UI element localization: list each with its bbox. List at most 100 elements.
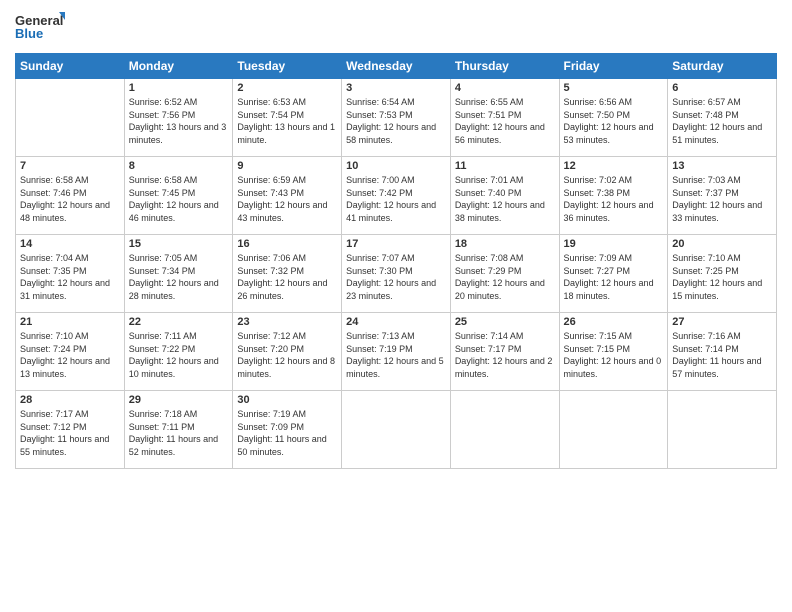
calendar-cell: 9 Sunrise: 6:59 AMSunset: 7:43 PMDayligh… — [233, 157, 342, 235]
calendar-cell: 2 Sunrise: 6:53 AMSunset: 7:54 PMDayligh… — [233, 79, 342, 157]
calendar-cell: 15 Sunrise: 7:05 AMSunset: 7:34 PMDaylig… — [124, 235, 233, 313]
calendar-week-5: 28 Sunrise: 7:17 AMSunset: 7:12 PMDaylig… — [16, 391, 777, 469]
calendar-cell: 19 Sunrise: 7:09 AMSunset: 7:27 PMDaylig… — [559, 235, 668, 313]
day-number: 7 — [20, 160, 120, 172]
calendar: SundayMondayTuesdayWednesdayThursdayFrid… — [15, 53, 777, 469]
calendar-cell: 3 Sunrise: 6:54 AMSunset: 7:53 PMDayligh… — [342, 79, 451, 157]
logo: General Blue — [15, 10, 65, 45]
calendar-header-thursday: Thursday — [450, 54, 559, 79]
day-info: Sunrise: 7:13 AMSunset: 7:19 PMDaylight:… — [346, 330, 446, 380]
calendar-cell: 28 Sunrise: 7:17 AMSunset: 7:12 PMDaylig… — [16, 391, 125, 469]
logo-svg: General Blue — [15, 10, 65, 45]
day-info: Sunrise: 6:56 AMSunset: 7:50 PMDaylight:… — [564, 96, 664, 146]
day-info: Sunrise: 7:15 AMSunset: 7:15 PMDaylight:… — [564, 330, 664, 380]
day-number: 9 — [237, 160, 337, 172]
day-number: 1 — [129, 82, 229, 94]
day-number: 29 — [129, 394, 229, 406]
day-number: 22 — [129, 316, 229, 328]
day-info: Sunrise: 7:17 AMSunset: 7:12 PMDaylight:… — [20, 408, 120, 458]
calendar-cell: 4 Sunrise: 6:55 AMSunset: 7:51 PMDayligh… — [450, 79, 559, 157]
day-number: 24 — [346, 316, 446, 328]
day-info: Sunrise: 7:10 AMSunset: 7:25 PMDaylight:… — [672, 252, 772, 302]
day-info: Sunrise: 6:54 AMSunset: 7:53 PMDaylight:… — [346, 96, 446, 146]
calendar-cell: 1 Sunrise: 6:52 AMSunset: 7:56 PMDayligh… — [124, 79, 233, 157]
day-info: Sunrise: 7:02 AMSunset: 7:38 PMDaylight:… — [564, 174, 664, 224]
day-number: 21 — [20, 316, 120, 328]
calendar-header-sunday: Sunday — [16, 54, 125, 79]
calendar-week-4: 21 Sunrise: 7:10 AMSunset: 7:24 PMDaylig… — [16, 313, 777, 391]
day-number: 16 — [237, 238, 337, 250]
day-info: Sunrise: 6:53 AMSunset: 7:54 PMDaylight:… — [237, 96, 337, 146]
svg-text:Blue: Blue — [15, 26, 43, 41]
day-info: Sunrise: 7:06 AMSunset: 7:32 PMDaylight:… — [237, 252, 337, 302]
calendar-cell: 21 Sunrise: 7:10 AMSunset: 7:24 PMDaylig… — [16, 313, 125, 391]
day-number: 15 — [129, 238, 229, 250]
day-number: 5 — [564, 82, 664, 94]
calendar-cell: 27 Sunrise: 7:16 AMSunset: 7:14 PMDaylig… — [668, 313, 777, 391]
day-info: Sunrise: 6:58 AMSunset: 7:45 PMDaylight:… — [129, 174, 229, 224]
day-info: Sunrise: 7:18 AMSunset: 7:11 PMDaylight:… — [129, 408, 229, 458]
calendar-cell: 16 Sunrise: 7:06 AMSunset: 7:32 PMDaylig… — [233, 235, 342, 313]
calendar-header-row: SundayMondayTuesdayWednesdayThursdayFrid… — [16, 54, 777, 79]
calendar-cell: 5 Sunrise: 6:56 AMSunset: 7:50 PMDayligh… — [559, 79, 668, 157]
calendar-cell: 10 Sunrise: 7:00 AMSunset: 7:42 PMDaylig… — [342, 157, 451, 235]
day-number: 27 — [672, 316, 772, 328]
calendar-cell: 18 Sunrise: 7:08 AMSunset: 7:29 PMDaylig… — [450, 235, 559, 313]
calendar-header-saturday: Saturday — [668, 54, 777, 79]
calendar-header-tuesday: Tuesday — [233, 54, 342, 79]
day-info: Sunrise: 7:03 AMSunset: 7:37 PMDaylight:… — [672, 174, 772, 224]
calendar-cell — [668, 391, 777, 469]
day-number: 17 — [346, 238, 446, 250]
day-number: 6 — [672, 82, 772, 94]
calendar-header-wednesday: Wednesday — [342, 54, 451, 79]
day-number: 23 — [237, 316, 337, 328]
calendar-cell: 29 Sunrise: 7:18 AMSunset: 7:11 PMDaylig… — [124, 391, 233, 469]
day-number: 18 — [455, 238, 555, 250]
calendar-cell: 26 Sunrise: 7:15 AMSunset: 7:15 PMDaylig… — [559, 313, 668, 391]
calendar-cell: 20 Sunrise: 7:10 AMSunset: 7:25 PMDaylig… — [668, 235, 777, 313]
day-info: Sunrise: 6:55 AMSunset: 7:51 PMDaylight:… — [455, 96, 555, 146]
day-number: 11 — [455, 160, 555, 172]
day-info: Sunrise: 7:07 AMSunset: 7:30 PMDaylight:… — [346, 252, 446, 302]
calendar-cell: 13 Sunrise: 7:03 AMSunset: 7:37 PMDaylig… — [668, 157, 777, 235]
day-info: Sunrise: 7:12 AMSunset: 7:20 PMDaylight:… — [237, 330, 337, 380]
calendar-header-friday: Friday — [559, 54, 668, 79]
calendar-cell: 17 Sunrise: 7:07 AMSunset: 7:30 PMDaylig… — [342, 235, 451, 313]
calendar-cell — [16, 79, 125, 157]
calendar-header-monday: Monday — [124, 54, 233, 79]
page: General Blue SundayMondayTuesdayWednesda… — [0, 0, 792, 612]
day-info: Sunrise: 6:57 AMSunset: 7:48 PMDaylight:… — [672, 96, 772, 146]
calendar-cell — [450, 391, 559, 469]
day-info: Sunrise: 7:09 AMSunset: 7:27 PMDaylight:… — [564, 252, 664, 302]
day-number: 19 — [564, 238, 664, 250]
day-number: 25 — [455, 316, 555, 328]
calendar-cell — [559, 391, 668, 469]
day-info: Sunrise: 7:05 AMSunset: 7:34 PMDaylight:… — [129, 252, 229, 302]
day-info: Sunrise: 7:00 AMSunset: 7:42 PMDaylight:… — [346, 174, 446, 224]
day-info: Sunrise: 7:14 AMSunset: 7:17 PMDaylight:… — [455, 330, 555, 380]
calendar-cell: 8 Sunrise: 6:58 AMSunset: 7:45 PMDayligh… — [124, 157, 233, 235]
day-number: 12 — [564, 160, 664, 172]
day-number: 2 — [237, 82, 337, 94]
calendar-cell: 6 Sunrise: 6:57 AMSunset: 7:48 PMDayligh… — [668, 79, 777, 157]
calendar-cell: 25 Sunrise: 7:14 AMSunset: 7:17 PMDaylig… — [450, 313, 559, 391]
calendar-cell: 23 Sunrise: 7:12 AMSunset: 7:20 PMDaylig… — [233, 313, 342, 391]
calendar-cell — [342, 391, 451, 469]
calendar-cell: 14 Sunrise: 7:04 AMSunset: 7:35 PMDaylig… — [16, 235, 125, 313]
day-number: 3 — [346, 82, 446, 94]
day-info: Sunrise: 7:08 AMSunset: 7:29 PMDaylight:… — [455, 252, 555, 302]
header: General Blue — [15, 10, 777, 45]
day-number: 14 — [20, 238, 120, 250]
calendar-cell: 22 Sunrise: 7:11 AMSunset: 7:22 PMDaylig… — [124, 313, 233, 391]
day-info: Sunrise: 7:16 AMSunset: 7:14 PMDaylight:… — [672, 330, 772, 380]
day-number: 10 — [346, 160, 446, 172]
day-info: Sunrise: 7:19 AMSunset: 7:09 PMDaylight:… — [237, 408, 337, 458]
day-number: 8 — [129, 160, 229, 172]
day-info: Sunrise: 6:58 AMSunset: 7:46 PMDaylight:… — [20, 174, 120, 224]
day-number: 4 — [455, 82, 555, 94]
day-info: Sunrise: 7:10 AMSunset: 7:24 PMDaylight:… — [20, 330, 120, 380]
calendar-cell: 7 Sunrise: 6:58 AMSunset: 7:46 PMDayligh… — [16, 157, 125, 235]
day-info: Sunrise: 7:01 AMSunset: 7:40 PMDaylight:… — [455, 174, 555, 224]
day-info: Sunrise: 7:11 AMSunset: 7:22 PMDaylight:… — [129, 330, 229, 380]
calendar-cell: 24 Sunrise: 7:13 AMSunset: 7:19 PMDaylig… — [342, 313, 451, 391]
